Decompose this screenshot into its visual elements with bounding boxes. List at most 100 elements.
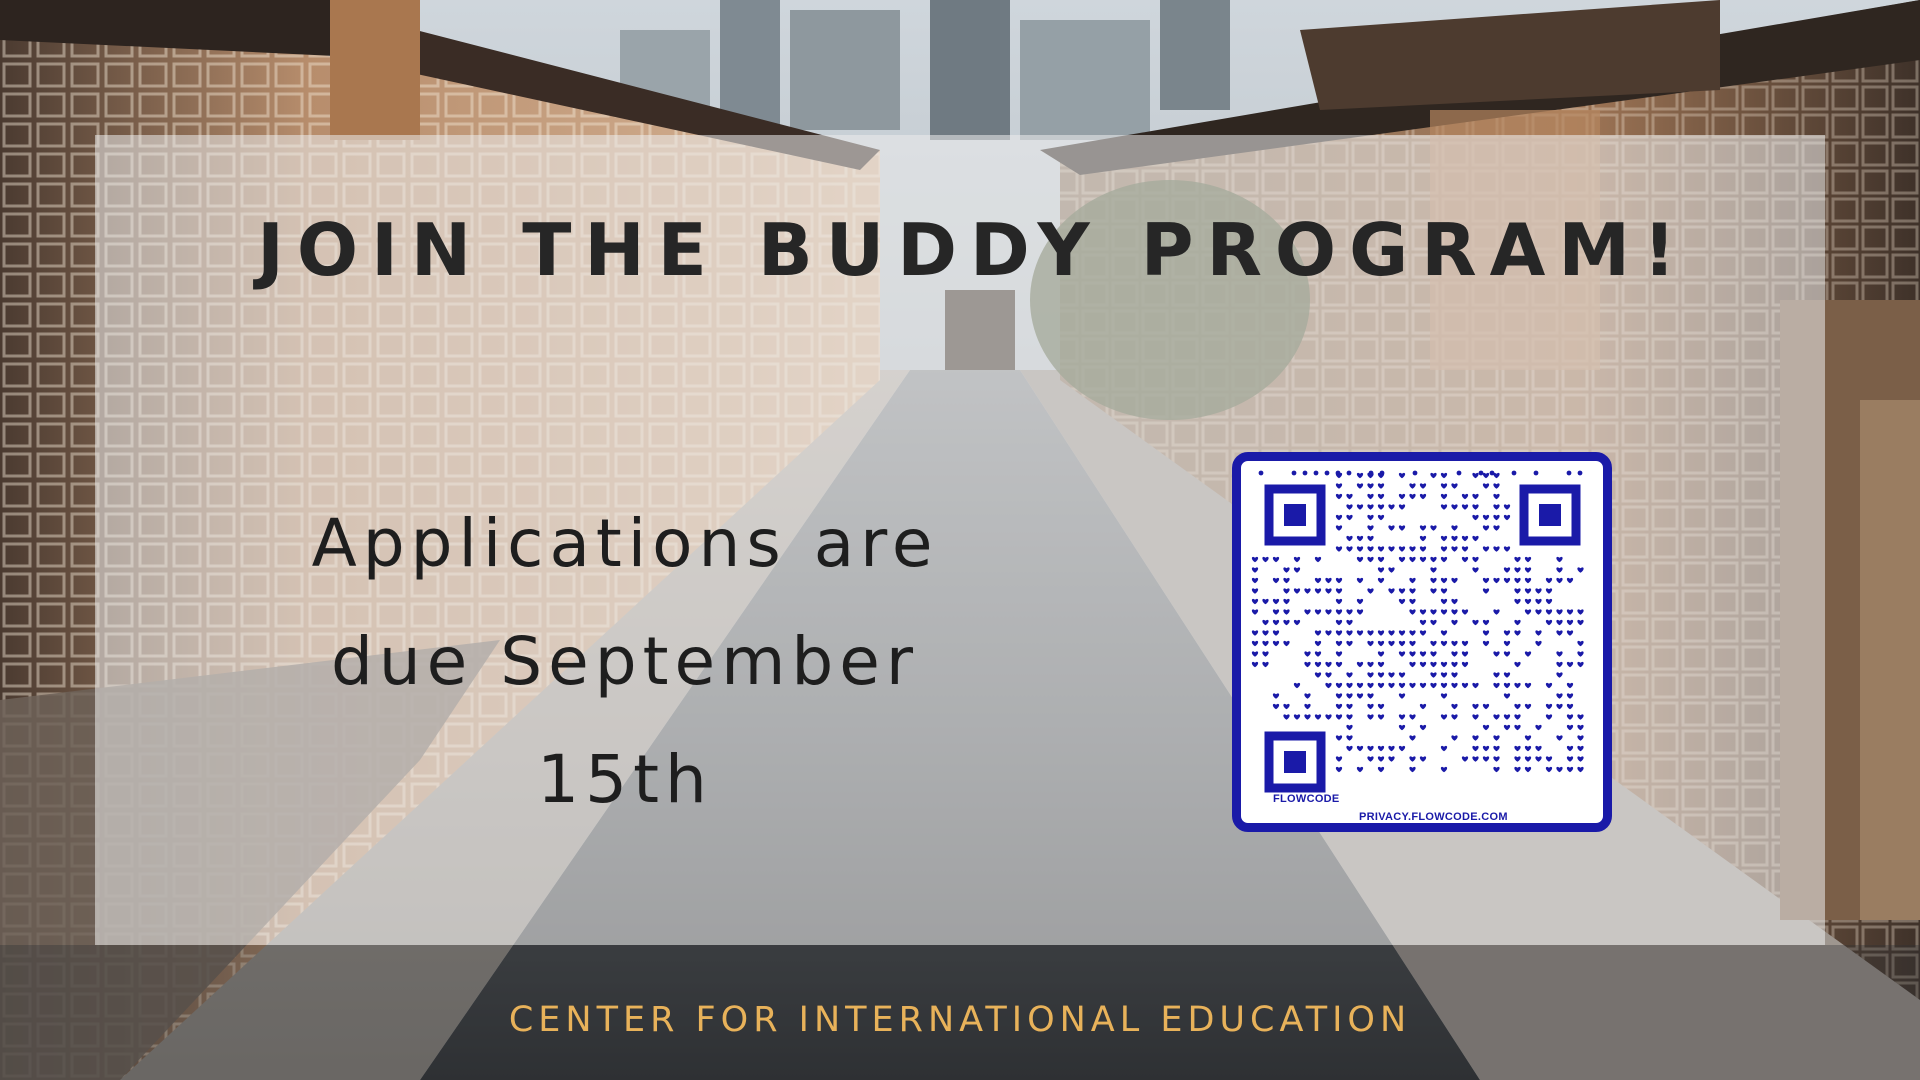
qr-module [1367,672,1374,678]
qr-module [1493,735,1500,741]
qr-module [1503,672,1511,678]
qr-module [1304,609,1311,615]
qr-module [1440,472,1448,479]
qr-module [1461,682,1469,689]
qr-module [1440,766,1448,773]
qr-module [1514,661,1521,668]
qr-module [1262,598,1269,605]
qr-module [1430,588,1437,594]
qr-module [1412,470,1418,476]
qr-module [1283,703,1290,710]
qr-module [1346,703,1353,710]
qr-module [1377,756,1385,762]
qr-module [1566,714,1574,720]
qr-code-icon[interactable] [1241,461,1603,823]
qr-module [1419,724,1427,731]
qr-module [1440,598,1448,605]
qr-module [1493,546,1500,552]
qr-module [1388,640,1395,647]
qr-module [1335,703,1343,710]
qr-module [1419,661,1427,668]
qr-module [1409,766,1416,773]
qr-module [1566,724,1574,731]
qr-module [1419,756,1427,762]
qr-module [1556,567,1563,573]
qr-module [1514,577,1521,584]
qr-module [1356,546,1364,552]
qr-module [1314,661,1322,668]
qr-brand-label: FLOWCODE [1273,793,1340,805]
body-line-1: Applications are [311,505,939,582]
qr-module [1409,598,1416,605]
qr-module [1503,567,1511,573]
qr-module [1409,651,1416,657]
qr-module [1430,577,1437,584]
qr-module [1451,714,1458,720]
qr-module [1472,619,1479,626]
qr-module [1524,745,1532,752]
qr-module [1511,470,1517,476]
qr-module [1440,493,1448,500]
qr-module [1377,504,1385,510]
qr-module [1368,470,1374,476]
qr-module [1367,756,1374,762]
qr-module [1325,661,1332,668]
qr-module [1430,640,1437,647]
qr-module [1482,472,1490,479]
qr-module [1440,609,1448,615]
qr-module [1251,598,1259,605]
qr-module [1377,651,1385,657]
qr-module [1398,598,1406,605]
qr-module [1440,682,1448,689]
qr-module [1419,535,1427,542]
qr-module [1304,661,1311,668]
qr-module [1272,640,1280,647]
qr-module [1398,672,1406,678]
qr-module [1472,745,1479,752]
qr-module [1514,745,1521,752]
qr-module [1430,661,1437,668]
qr-module [1356,766,1364,773]
qr-module [1398,472,1406,479]
qr-module [1419,525,1427,531]
qr-module [1302,470,1308,476]
qr-module [1461,661,1469,668]
qr-module [1251,556,1259,563]
body-line-2: due September [330,623,920,700]
qr-code-card[interactable]: FLOWCODE PRIVACY.FLOWCODE.COM [1232,452,1612,832]
qr-module [1272,609,1280,615]
qr-module [1503,724,1511,731]
qr-module [1545,588,1553,594]
qr-module [1440,577,1448,584]
qr-module [1419,630,1427,636]
qr-module [1535,640,1542,647]
qr-module [1461,535,1469,542]
qr-module [1388,588,1395,594]
qr-module [1566,661,1574,668]
qr-module [1346,735,1353,741]
qr-module [1430,672,1437,678]
qr-module [1251,577,1259,584]
qr-module [1577,651,1584,657]
qr-module [1388,546,1395,552]
qr-module [1545,714,1553,720]
qr-privacy-link[interactable]: PRIVACY.FLOWCODE.COM [1359,811,1508,823]
qr-module [1419,651,1427,657]
qr-module [1314,556,1322,563]
qr-module [1503,693,1511,699]
qr-module [1356,661,1364,668]
qr-module [1377,567,1385,573]
qr-module [1409,546,1416,552]
qr-module [1367,661,1374,668]
qr-module [1472,567,1479,573]
qr-module [1493,756,1500,762]
qr-module [1325,577,1332,584]
qr-module [1377,493,1385,500]
qr-module [1346,672,1353,678]
qr-module [1556,630,1563,636]
qr-module [1335,546,1343,552]
qr-module [1409,630,1416,636]
qr-module [1293,682,1301,689]
qr-module [1514,556,1521,563]
qr-module [1556,693,1563,699]
